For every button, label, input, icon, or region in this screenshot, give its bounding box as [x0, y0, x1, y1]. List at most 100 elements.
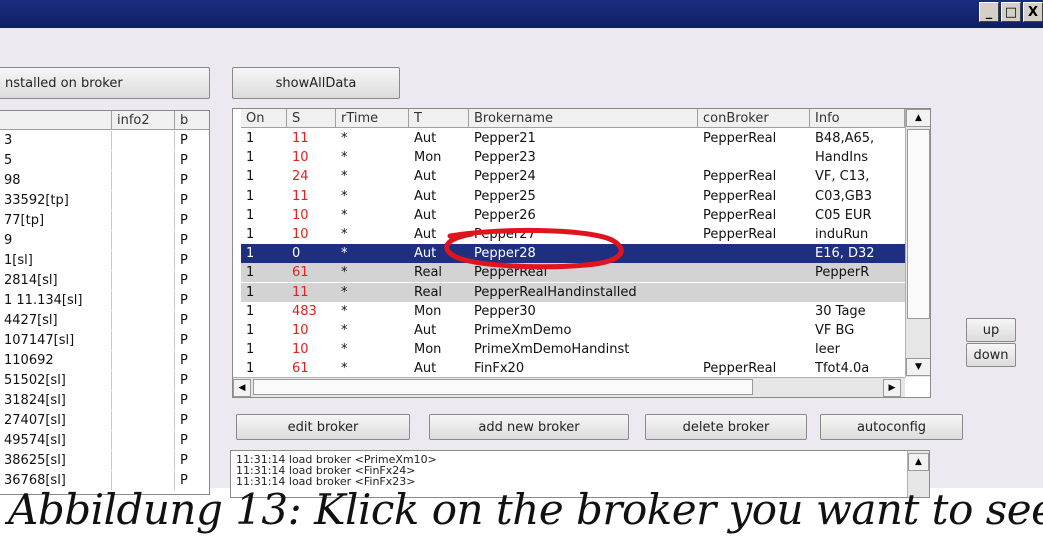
table-cell: P	[175, 291, 209, 310]
minimize-button[interactable]: _	[979, 2, 999, 22]
table-row[interactable]: 1 10 * Aut Pepper26 PepperReal C05 EUR	[241, 206, 905, 225]
table-cell	[112, 431, 175, 450]
table-row[interactable]: 1 11.134[sl] P	[0, 291, 209, 310]
header-t[interactable]: T	[409, 109, 469, 128]
close-button[interactable]: X	[1023, 2, 1043, 22]
table-row[interactable]: 1 61 * Real PepperReal PepperR	[241, 263, 905, 283]
add-new-broker-button[interactable]: add new broker	[429, 414, 629, 440]
table-row[interactable]: 1[sl] P	[0, 251, 209, 270]
cell-con: PepperReal	[703, 169, 777, 185]
broker-table-header: On S rTime T Brokername conBroker Info	[241, 109, 905, 128]
cell-t: Mon	[414, 342, 442, 358]
table-row[interactable]: 31824[sl] P	[0, 391, 209, 410]
broker-horizontal-scrollbar[interactable]: ◀ ▶	[233, 377, 905, 397]
down-button[interactable]: down	[966, 343, 1016, 367]
header-brokername[interactable]: Brokername	[469, 109, 698, 128]
scroll-up-arrow-icon[interactable]: ▲	[906, 109, 930, 127]
cell-s: 10	[292, 323, 309, 338]
table-row[interactable]: 1 11 * Real PepperRealHandinstalled	[241, 282, 905, 302]
header-info[interactable]: Info	[810, 109, 905, 128]
table-cell: 77[tp]	[0, 211, 112, 230]
installed-on-broker-button[interactable]: nstalled on broker	[0, 67, 210, 99]
autoconfig-button[interactable]: autoconfig	[820, 414, 963, 440]
table-row[interactable]: 1 10 * Mon PrimeXmDemoHandinst leer	[241, 340, 905, 359]
table-cell	[112, 231, 175, 250]
table-cell: P	[175, 391, 209, 410]
cell-s: 61	[292, 361, 309, 377]
header-rtime[interactable]: rTime	[336, 109, 409, 128]
header-s[interactable]: S	[287, 109, 336, 128]
left-table-header: info2 b	[0, 111, 209, 130]
table-row[interactable]: 110692 P	[0, 351, 209, 370]
table-row[interactable]: 1 10 * Mon Pepper23 HandIns	[241, 148, 905, 167]
cell-rtime: *	[341, 131, 348, 146]
cell-name: Pepper21	[474, 131, 536, 146]
cell-s: 483	[292, 303, 317, 319]
window-controls: _ □ X	[979, 2, 1043, 22]
table-row[interactable]: 27407[sl] P	[0, 411, 209, 430]
table-row[interactable]: 38625[sl] P	[0, 451, 209, 470]
left-header-info2[interactable]: info2	[112, 111, 175, 130]
table-row[interactable]: 107147[sl] P	[0, 331, 209, 350]
table-row[interactable]: 1 483 * Mon Pepper30 30 Tage	[241, 302, 905, 321]
table-row[interactable]: 1 10 * Aut PrimeXmDemo VF BG	[241, 321, 905, 340]
scroll-thumb[interactable]	[907, 129, 930, 319]
table-row[interactable]: 1 24 * Aut Pepper24 PepperReal VF, C13,	[241, 167, 905, 186]
scroll-down-arrow-icon[interactable]: ▼	[906, 358, 930, 376]
table-row[interactable]: 1 11 * Aut Pepper25 PepperReal C03,GB3	[241, 187, 905, 206]
table-cell: P	[175, 411, 209, 430]
delete-broker-button[interactable]: delete broker	[645, 414, 807, 440]
edit-broker-button[interactable]: edit broker	[236, 414, 410, 440]
show-all-data-button[interactable]: showAllData	[232, 67, 400, 99]
cell-con	[698, 283, 810, 302]
cell-info: B48,A65,	[815, 131, 875, 146]
table-row[interactable]: 1 11 * Aut Pepper21 PepperReal B48,A65,	[241, 129, 905, 148]
cell-on: 1	[246, 361, 255, 377]
cell-t: Aut	[414, 246, 437, 262]
header-conbroker[interactable]: conBroker	[698, 109, 810, 128]
table-cell	[112, 311, 175, 330]
table-row[interactable]: 98 P	[0, 171, 209, 190]
h-scroll-thumb[interactable]	[253, 379, 753, 395]
figure-caption: Abbildung 13: Klick on the broker you wa…	[8, 485, 1043, 534]
cell-t: Aut	[414, 207, 437, 223]
table-row[interactable]: 33592[tp] P	[0, 191, 209, 210]
table-row[interactable]: 9P	[0, 231, 209, 250]
table-cell: P	[175, 431, 209, 450]
table-cell: P	[175, 331, 209, 350]
broker-vertical-scrollbar[interactable]: ▲ ▼	[905, 109, 930, 377]
cell-info: E16, D32	[815, 246, 875, 262]
table-cell	[112, 271, 175, 290]
cell-rtime: *	[341, 169, 348, 185]
cell-con: PepperReal	[703, 207, 777, 223]
log-scroll-up-icon[interactable]: ▲	[908, 453, 929, 471]
table-row[interactable]: 1 0 * Aut Pepper28 E16, D32	[241, 244, 905, 264]
table-row[interactable]: 4427[sl] P	[0, 311, 209, 330]
table-row[interactable]: 51502[sl] P	[0, 371, 209, 390]
left-header-b[interactable]: b	[175, 111, 209, 130]
table-row[interactable]: 5P	[0, 151, 209, 170]
left-table: info2 b 3 P 5 P 98 P 33592[tp] P 77[tp] P 9 P 1[sl] P…	[0, 110, 210, 495]
cell-name: Pepper28	[474, 246, 536, 262]
scroll-right-arrow-icon[interactable]: ▶	[883, 379, 901, 397]
table-cell	[112, 351, 175, 370]
table-cell	[112, 211, 175, 230]
cell-on: 1	[246, 284, 255, 300]
table-row[interactable]: 1 61 * Aut FinFx20 PepperReal Tfot4.0a	[241, 359, 905, 378]
table-row[interactable]: 49574[sl] P	[0, 431, 209, 450]
cell-name: Pepper26	[474, 207, 536, 223]
maximize-button[interactable]: □	[1001, 2, 1021, 22]
cell-info: leer	[815, 342, 840, 358]
table-row[interactable]: 3P	[0, 131, 209, 150]
left-header-col1[interactable]	[0, 111, 112, 130]
up-button[interactable]: up	[966, 318, 1016, 342]
table-row[interactable]: 1 10 * Aut Pepper27 PepperReal induRun	[241, 225, 905, 244]
cell-info: 30 Tage	[815, 303, 866, 319]
cell-on: 1	[246, 207, 255, 223]
table-cell	[112, 131, 175, 150]
header-on[interactable]: On	[241, 109, 287, 128]
cell-con	[698, 263, 810, 282]
scroll-left-arrow-icon[interactable]: ◀	[233, 379, 251, 397]
table-row[interactable]: 2814[sl] P	[0, 271, 209, 290]
table-row[interactable]: 77[tp] P	[0, 211, 209, 230]
